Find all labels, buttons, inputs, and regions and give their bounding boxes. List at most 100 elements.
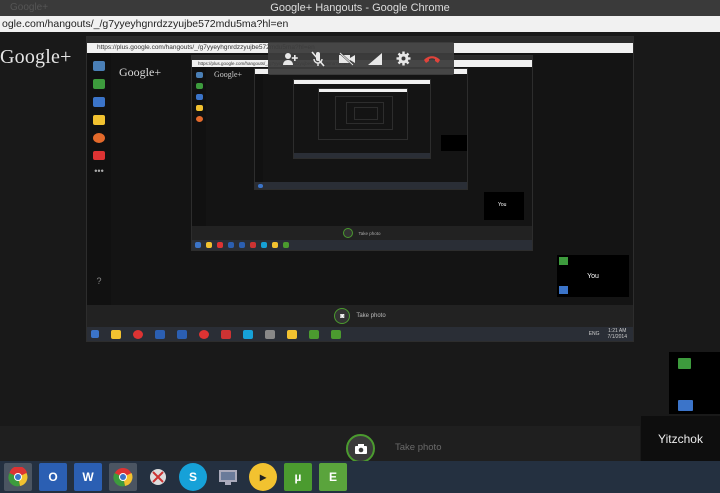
nested-sidebar [192,67,206,227]
nested-explorer-icon [206,242,212,248]
nested-self-view: You [484,192,524,220]
gplus-logo: Google+ [0,46,72,68]
inner-start-icon [91,330,99,338]
share-icon [93,79,105,89]
nested-bottom-bar: Take photo [192,226,532,240]
camera-icon [93,97,105,107]
inner-clock-date: 7/1/2014 [607,334,627,340]
inner-chrome2-icon [199,329,209,339]
take-photo-label: Take photo [395,442,442,453]
inner-camera-icon [559,286,568,294]
gear-icon[interactable] [392,48,414,70]
faded-title: Google+ [10,2,49,13]
tunnel-3-self-view [441,135,467,151]
outlook-icon[interactable]: O [39,463,67,491]
camera-icon[interactable] [678,400,693,411]
inner-you-label: You [587,272,599,280]
inner-plex-icon [287,329,297,339]
inner-share-icon [559,257,568,265]
tunnel-screen-3 [254,68,468,190]
lifebuoy-icon [93,133,105,143]
nested-camera-button [343,228,354,238]
participant-name: Yitzchok [658,431,703,446]
inner-word-icon [177,329,187,339]
inner-chrome-icon [133,329,143,339]
tunnel-screen-7 [346,102,384,124]
nested-drive-icon [195,105,203,111]
nested-skype-icon [261,242,267,248]
add-person-icon[interactable] [279,48,301,70]
drive-icon [93,115,105,125]
address-bar[interactable]: ogle.com/hangouts/_/g7yyeyhgnrdzzyujbe57… [0,16,720,32]
nested-gplus-logo: Google+ [214,70,243,79]
tunnel-4-address [294,80,430,84]
signal-icon[interactable] [364,48,386,70]
inner-snipping-icon [221,329,231,339]
nested-screen: https://plus.google.com/hangouts/_/g7yye… [191,55,533,251]
remote-desktop-icon[interactable] [214,463,242,491]
nested-taskbar [192,240,532,250]
camera-off-icon[interactable] [336,48,358,70]
nested-take-photo: Take photo [358,230,381,236]
inner-gplus-logo: Google+ [119,65,162,79]
skype-icon[interactable]: S [179,463,207,491]
inner-camera-button: ◙ [334,308,351,324]
share-icon[interactable] [678,358,691,369]
snipping-tool-icon[interactable] [144,463,172,491]
hangout-app: Google+ https://plus.google.com/hangouts… [0,32,720,463]
tunnel-screen-6 [335,96,393,130]
more-icon: ••• [94,166,104,176]
window-titlebar: Google+ Google+ Hangouts - Google Chrome [0,0,720,16]
inner-bottom-bar: ◙ Take photo [87,305,633,327]
inner-clock: 1:21 AM 7/1/2014 [608,328,627,340]
tunnel-screen-5 [318,88,408,140]
inner-rdp-icon [265,329,275,339]
inner-sidebar: ••• ? [87,53,111,315]
tunnel-screen-8 [354,107,378,120]
window-title: Google+ Hangouts - Google Chrome [270,2,450,14]
participant-name-tile[interactable]: Yitzchok [641,416,720,461]
youtube-icon [93,151,105,160]
nested-chrome-icon [217,242,223,248]
plex-icon[interactable]: ▸ [249,463,277,491]
chrome-icon[interactable] [4,463,32,491]
tunnel-3-sidebar [255,74,263,184]
tunnel-5-address [319,89,407,92]
utorrent-icon[interactable]: µ [284,463,312,491]
windows-taskbar: O W S ▸ µ E [0,461,720,493]
inner-utorrent-icon [309,329,319,339]
nested-utorrent-icon [283,242,289,248]
mic-off-icon[interactable] [307,48,329,70]
inner-lang: ENG [588,331,600,337]
inner-taskbar: ENG 1:21 AM 7/1/2014 [87,327,633,341]
nested-share-icon [195,83,203,89]
shared-screen: https://plus.google.com/hangouts/_/g7yye… [86,36,634,342]
nested-word-icon [239,242,245,248]
help-icon: ? [96,276,102,286]
tunnel-screen-4 [293,79,431,159]
hang-up-icon[interactable] [421,48,443,70]
tunnel-3-taskbar [255,182,467,189]
nested-lifebuoy-icon [195,116,203,122]
chrome-icon[interactable] [109,463,137,491]
tunnel-3-start-icon [258,183,263,188]
inner-skype-icon [243,329,253,339]
evernote-icon[interactable]: E [319,463,347,491]
bottom-bar [0,426,640,461]
inner-outlook-icon [155,329,165,339]
call-toolbar [268,42,454,75]
inner-evernote-icon [331,329,341,339]
tunnel-4-taskbar [294,153,430,158]
nested-snipping-icon [250,242,256,248]
inner-explorer-icon [111,329,121,339]
nested-camera-icon [195,94,203,100]
nested-outlook-icon [228,242,234,248]
word-icon[interactable]: W [74,463,102,491]
nested-start-icon [195,242,201,248]
inner-take-photo: Take photo [356,313,386,319]
hangouts-icon [93,61,105,71]
nested-hangouts-icon [195,72,203,78]
participant-thumbnail[interactable] [669,352,720,414]
take-photo-button[interactable] [346,434,375,463]
nested-plex-icon [272,242,278,248]
